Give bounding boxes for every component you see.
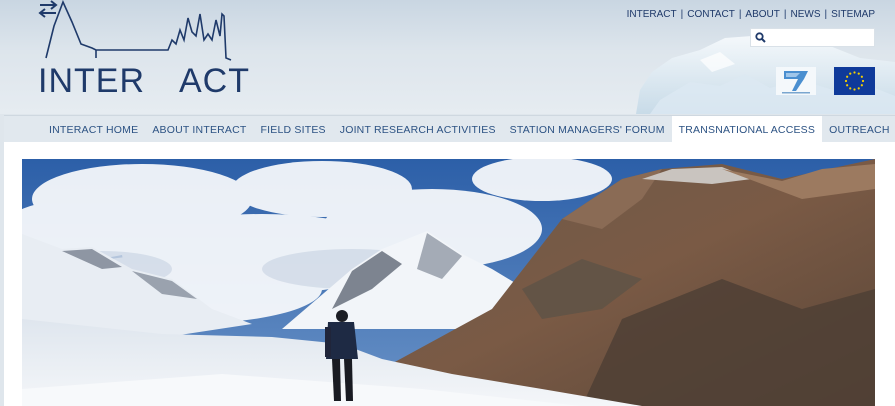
nav-joint-research-activities[interactable]: JOINT RESEARCH ACTIVITIES <box>333 116 503 143</box>
fp7-logo[interactable] <box>776 67 816 95</box>
nav-station-managers-forum[interactable]: STATION MANAGERS' FORUM <box>503 116 672 143</box>
eu-star <box>844 79 848 83</box>
eu-flag[interactable] <box>834 67 875 95</box>
main-content <box>4 142 895 406</box>
logo-text: INTER ACT <box>38 62 250 100</box>
search-icon[interactable] <box>755 32 766 43</box>
nav-outreach[interactable]: OUTREACH <box>822 116 895 143</box>
top-link-sitemap[interactable]: SITEMAP <box>831 9 875 20</box>
interact-logo[interactable]: INTER ACT <box>36 0 249 100</box>
nav-transnational-access[interactable]: TRANSNATIONAL ACCESS <box>671 116 823 143</box>
top-link-contact[interactable]: CONTACT <box>687 9 735 20</box>
eu-star <box>860 84 863 87</box>
eu-star <box>849 72 852 75</box>
eu-star <box>857 72 860 75</box>
eu-star <box>861 79 865 83</box>
eu-star <box>853 71 856 74</box>
eu-star <box>849 87 852 90</box>
logo-mountain-skyline <box>45 0 232 61</box>
utility-links: INTERACT | CONTACT | ABOUT | NEWS | SITEMAP <box>626 9 875 20</box>
hero-image-glacier <box>22 159 875 406</box>
eu-star <box>860 75 863 78</box>
eu-star <box>857 87 860 90</box>
main-navigation: INTERACT HOME ABOUT INTERACT FIELD SITES… <box>4 115 895 143</box>
search-input[interactable] <box>771 30 875 47</box>
eu-star <box>853 88 856 91</box>
exchange-arrows-icon <box>38 0 58 18</box>
nav-about-interact[interactable]: ABOUT INTERACT <box>145 116 253 143</box>
nav-field-sites[interactable]: FIELD SITES <box>254 116 333 143</box>
fp7-icon <box>782 71 810 94</box>
top-link-news[interactable]: NEWS <box>790 9 820 20</box>
top-link-about[interactable]: ABOUT <box>745 9 779 20</box>
eu-flag-icon <box>844 71 865 91</box>
site-header: INTER ACT INTERACT | CONTACT | ABOUT | NEWS | SIT… <box>0 0 895 114</box>
eu-star <box>846 75 849 78</box>
top-link-interact[interactable]: INTERACT <box>627 9 677 20</box>
eu-star <box>846 84 849 87</box>
search-box <box>750 28 875 47</box>
nav-interact-home[interactable]: INTERACT HOME <box>4 116 145 143</box>
